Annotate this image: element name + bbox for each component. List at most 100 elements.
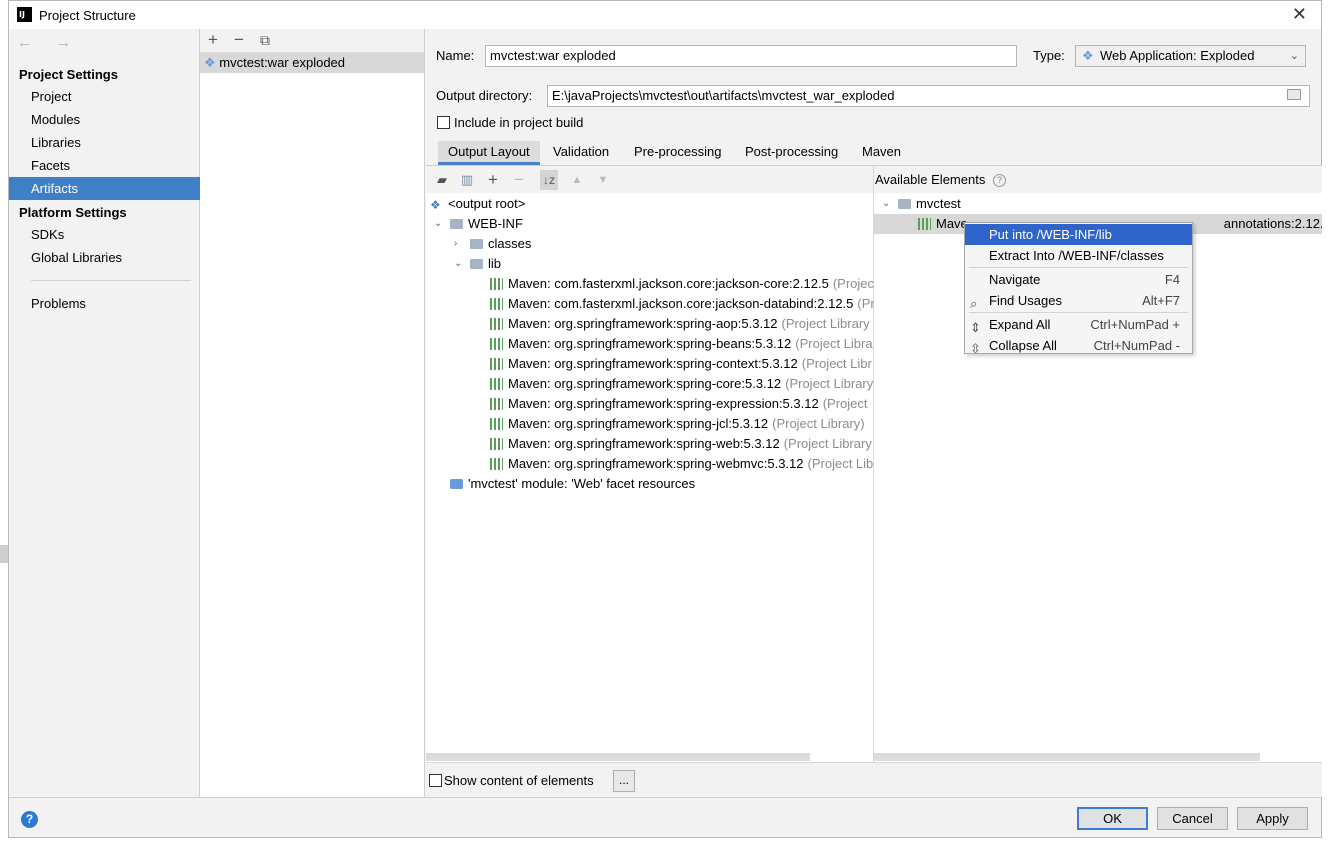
- show-content-options-button[interactable]: ...: [613, 770, 635, 792]
- name-label: Name:: [436, 48, 475, 63]
- output-layout-pane: ▰ ▥ + − ↓z ▲ ▼ ❖ <output root> ⌄ WEB-INF › cl…: [426, 166, 874, 762]
- layout-toolbar: ▰ ▥ + − ↓z ▲ ▼: [426, 166, 873, 193]
- tree-row-text: mvctest: [916, 196, 961, 211]
- folder-icon: [470, 239, 483, 249]
- sort-icon[interactable]: ↓z: [540, 170, 558, 190]
- tree-row[interactable]: Maven: org.springframework:spring-aop:5.…: [426, 314, 874, 334]
- menu-separator: [969, 312, 1188, 313]
- move-up-icon[interactable]: ▲: [568, 170, 586, 190]
- tree-row-text: Maven: org.springframework:spring-jcl:5.…: [508, 416, 769, 431]
- tree-row-suffix: (Project Libra: [795, 336, 873, 351]
- output-directory-label: Output directory:: [436, 88, 533, 103]
- create-directory-icon[interactable]: ▰: [433, 170, 451, 190]
- menu-item-extract-into-classes[interactable]: Extract Into /WEB-INF/classes: [965, 245, 1192, 266]
- available-horizontal-scrollbar[interactable]: [874, 753, 1260, 761]
- ok-button[interactable]: OK: [1077, 807, 1148, 830]
- title-bar: IJ Project Structure ✕: [9, 1, 1321, 29]
- tree-row-text: Maven: org.springframework:spring-expres…: [508, 396, 819, 411]
- library-icon: [490, 278, 503, 290]
- remove-artifact-button[interactable]: −: [230, 30, 248, 50]
- menu-item-put-into-lib[interactable]: Put into /WEB-INF/lib: [965, 224, 1192, 245]
- type-select[interactable]: ❖ Web Application: Exploded ⌄: [1075, 45, 1306, 67]
- tab-output-layout[interactable]: Output Layout: [438, 141, 540, 165]
- tab-validation[interactable]: Validation: [543, 141, 619, 165]
- tree-row[interactable]: 'mvctest' module: 'Web' facet resources: [426, 474, 874, 494]
- menu-item-collapse-all[interactable]: ⇳ Collapse All Ctrl+NumPad -: [965, 335, 1192, 356]
- tree-row-label: Maven: org.springframework:spring-beans:…: [508, 334, 873, 354]
- tree-row-suffix: (Project Library: [781, 316, 870, 331]
- tree-row-label: Maven: org.springframework:spring-core:5…: [508, 374, 873, 394]
- sidebar-item-modules[interactable]: Modules: [9, 108, 200, 131]
- help-button[interactable]: ?: [21, 811, 38, 828]
- tree-row[interactable]: ⌄ lib: [426, 254, 874, 274]
- tab-maven[interactable]: Maven: [852, 141, 911, 165]
- tree-row[interactable]: Maven: org.springframework:spring-beans:…: [426, 334, 874, 354]
- tree-row[interactable]: Maven: org.springframework:spring-expres…: [426, 394, 874, 414]
- folder-icon: [470, 259, 483, 269]
- name-field[interactable]: mvctest:war exploded: [485, 45, 1017, 67]
- remove-icon[interactable]: −: [510, 170, 528, 190]
- show-content-checkbox[interactable]: [429, 774, 442, 787]
- tree-row-text: WEB-INF: [468, 216, 523, 231]
- tab-pre-processing[interactable]: Pre-processing: [624, 141, 731, 165]
- apply-button[interactable]: Apply: [1237, 807, 1308, 830]
- library-icon: [490, 378, 503, 390]
- sidebar-item-sdks[interactable]: SDKs: [9, 223, 200, 246]
- include-in-build-checkbox[interactable]: [437, 116, 450, 129]
- sidebar-item-artifacts[interactable]: Artifacts: [9, 177, 200, 200]
- tree-row[interactable]: Maven: org.springframework:spring-web:5.…: [426, 434, 874, 454]
- chevron-right-icon[interactable]: ›: [454, 234, 457, 254]
- add-artifact-button[interactable]: +: [204, 30, 222, 50]
- move-down-icon[interactable]: ▼: [594, 170, 612, 190]
- menu-item-expand-all[interactable]: ⇕ Expand All Ctrl+NumPad +: [965, 314, 1192, 335]
- sidebar-item-facets[interactable]: Facets: [9, 154, 200, 177]
- cancel-button[interactable]: Cancel: [1157, 807, 1228, 830]
- browse-folder-icon[interactable]: [1287, 89, 1301, 100]
- menu-shortcut: F4: [1164, 272, 1180, 287]
- sidebar-item-project[interactable]: Project: [9, 85, 200, 108]
- tree-row-suffix: annotations:2.12.5 (Pro: [1223, 216, 1322, 231]
- web-artifact-icon: ❖: [204, 55, 216, 70]
- library-icon: [918, 218, 931, 230]
- artifact-item[interactable]: ❖ mvctest:war exploded: [200, 53, 424, 73]
- chevron-down-icon[interactable]: ⌄: [454, 254, 462, 274]
- collapse-all-icon: ⇳: [970, 341, 981, 356]
- tree-row-suffix: (Project Library: [785, 376, 874, 391]
- output-root-icon: ❖: [430, 198, 441, 212]
- close-icon[interactable]: ✕: [1292, 4, 1307, 25]
- create-archive-icon[interactable]: ▥: [458, 170, 476, 190]
- back-forward-arrows[interactable]: ← →: [17, 34, 81, 51]
- output-directory-field[interactable]: E:\javaProjects\mvctest\out\artifacts\mv…: [547, 85, 1310, 107]
- copy-artifact-button[interactable]: ⧉: [256, 30, 274, 50]
- include-in-build-label: Include in project build: [454, 115, 584, 130]
- tab-post-processing[interactable]: Post-processing: [735, 141, 848, 165]
- tree-row[interactable]: Maven: org.springframework:spring-core:5…: [426, 374, 874, 394]
- type-select-value: Web Application: Exploded: [1100, 48, 1255, 63]
- sidebar-item-libraries[interactable]: Libraries: [9, 131, 200, 154]
- tree-row[interactable]: › classes: [426, 234, 874, 254]
- sidebar-item-problems[interactable]: Problems: [9, 292, 200, 315]
- tree-row[interactable]: ⌄ WEB-INF: [426, 214, 874, 234]
- menu-item-navigate[interactable]: Navigate F4: [965, 269, 1192, 290]
- chevron-down-icon[interactable]: ⌄: [434, 214, 442, 234]
- tree-row[interactable]: Maven: com.fasterxml.jackson.core:jackso…: [426, 274, 874, 294]
- tree-row[interactable]: Maven: com.fasterxml.jackson.core:jackso…: [426, 294, 874, 314]
- menu-item-label: Collapse All: [989, 338, 1057, 353]
- tree-row-label: Maven: org.springframework:spring-web:5.…: [508, 434, 872, 454]
- tree-row[interactable]: Maven: org.springframework:spring-jcl:5.…: [426, 414, 874, 434]
- platform-settings-header: Platform Settings: [19, 205, 127, 220]
- sidebar-item-global-libraries[interactable]: Global Libraries: [9, 246, 200, 269]
- tree-row[interactable]: Maven: org.springframework:spring-webmvc…: [426, 454, 874, 474]
- tree-row[interactable]: ❖ <output root>: [426, 194, 874, 214]
- layout-horizontal-scrollbar[interactable]: [426, 753, 810, 761]
- tree-row[interactable]: Maven: org.springframework:spring-contex…: [426, 354, 874, 374]
- available-elements-title: Available Elements: [875, 172, 986, 187]
- tree-row[interactable]: ⌄ mvctest: [874, 194, 1322, 214]
- help-icon[interactable]: ?: [992, 174, 1006, 188]
- tree-row-label: Maven: com.fasterxml.jackson.core:jackso…: [508, 274, 874, 294]
- menu-item-find-usages[interactable]: ⌕ Find Usages Alt+F7: [965, 290, 1192, 311]
- add-copy-icon[interactable]: +: [484, 170, 502, 190]
- tree-row-label: WEB-INF: [468, 214, 523, 234]
- chevron-down-icon[interactable]: ⌄: [882, 194, 890, 214]
- menu-shortcut: Ctrl+NumPad +: [1090, 317, 1180, 332]
